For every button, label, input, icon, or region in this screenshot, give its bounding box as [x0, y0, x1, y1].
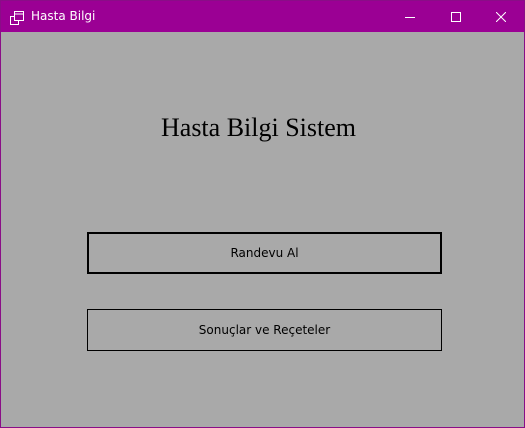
window-title: Hasta Bilgi	[31, 9, 96, 23]
close-button[interactable]	[478, 1, 524, 32]
main-panel: Hasta Bilgi Sistem Randevu Al Sonuçlar v…	[1, 32, 524, 427]
minimize-button[interactable]	[387, 1, 433, 32]
app-window-icon	[10, 10, 24, 25]
sonuclar-ve-receteler-button[interactable]: Sonuçlar ve Reçeteler	[87, 309, 442, 351]
close-icon	[496, 11, 506, 22]
app-window: Hasta Bilgi Hasta Bilgi Sistem Randevu A…	[0, 0, 525, 428]
maximize-icon	[451, 11, 461, 22]
maximize-button[interactable]	[433, 1, 479, 32]
page-title: Hasta Bilgi Sistem	[161, 113, 356, 142]
randevu-al-button[interactable]: Randevu Al	[87, 232, 442, 274]
title-bar[interactable]: Hasta Bilgi	[1, 1, 524, 32]
minimize-icon	[405, 12, 415, 22]
